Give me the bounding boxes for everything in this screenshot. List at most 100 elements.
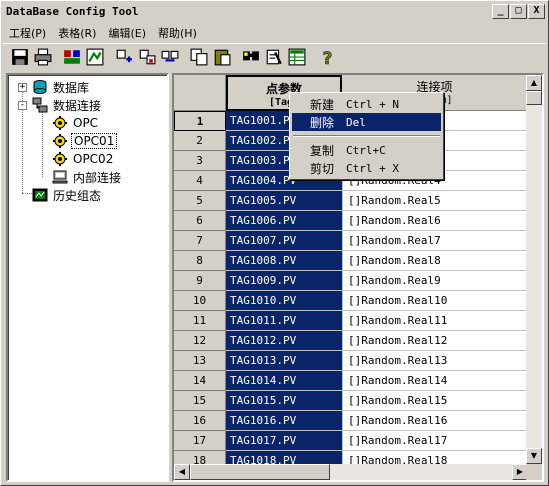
- context-menu-cut[interactable]: 剪切 Ctrl + X: [292, 159, 441, 177]
- row-header[interactable]: 12: [174, 331, 226, 351]
- menu-item-label: 删除: [310, 115, 335, 130]
- scroll-left-button[interactable]: ◀: [174, 464, 190, 480]
- cell-item[interactable]: []Random.Real13: [342, 351, 528, 371]
- cell-item[interactable]: []Random.Real18: [342, 451, 528, 464]
- cell-tag[interactable]: TAG1009.PV: [226, 271, 342, 291]
- row-header[interactable]: 11: [174, 311, 226, 331]
- menu-item-shortcut: Ctrl + X: [346, 161, 399, 175]
- cell-tag[interactable]: TAG1017.PV: [226, 431, 342, 451]
- main-window: DataBase Config Tool _ □ X 工程(P) 表格(R) 编…: [0, 0, 549, 486]
- cell-item[interactable]: []Random.Real8: [342, 251, 528, 271]
- cell-item[interactable]: []Random.Real17: [342, 431, 528, 451]
- row-header[interactable]: 15: [174, 391, 226, 411]
- collapse-connections-icon[interactable]: -: [18, 101, 27, 110]
- cell-tag[interactable]: TAG1011.PV: [226, 311, 342, 331]
- cell-tag[interactable]: TAG1006.PV: [226, 211, 342, 231]
- maximize-button[interactable]: □: [510, 4, 527, 19]
- expand-database-icon[interactable]: +: [18, 83, 27, 92]
- cell-tag[interactable]: TAG1013.PV: [226, 351, 342, 371]
- cell-tag[interactable]: TAG1012.PV: [226, 331, 342, 351]
- menu-edit[interactable]: 编辑(E): [102, 25, 152, 41]
- cell-tag[interactable]: TAG1007.PV: [226, 231, 342, 251]
- row-header[interactable]: 1: [174, 111, 226, 131]
- menu-bar: 工程(P) 表格(R) 编辑(E) 帮助(H): [3, 23, 546, 42]
- context-menu: 新建 Ctrl + N 删除 Del 复制 Ctrl+C 剪切 Ctrl + X: [289, 92, 444, 180]
- print-icon[interactable]: [32, 46, 54, 68]
- cell-item[interactable]: []Random.Real6: [342, 211, 528, 231]
- row-header[interactable]: 14: [174, 371, 226, 391]
- network-icon: [32, 97, 48, 113]
- cell-tag[interactable]: TAG1016.PV: [226, 411, 342, 431]
- menu-project[interactable]: 工程(P): [3, 25, 52, 41]
- export-icon[interactable]: [84, 46, 106, 68]
- cell-tag[interactable]: TAG1010.PV: [226, 291, 342, 311]
- cell-item[interactable]: []Random.Real9: [342, 271, 528, 291]
- menu-help[interactable]: 帮助(H): [152, 25, 203, 41]
- row-header[interactable]: 13: [174, 351, 226, 371]
- tree-item-connections[interactable]: 数据连接: [32, 96, 103, 114]
- help-icon[interactable]: ?: [315, 46, 337, 68]
- horizontal-scroll-thumb[interactable]: [190, 464, 330, 480]
- tree-item-internal[interactable]: 内部连接: [52, 168, 123, 186]
- row-header[interactable]: 9: [174, 271, 226, 291]
- row-header[interactable]: 6: [174, 211, 226, 231]
- save-icon[interactable]: [9, 46, 31, 68]
- grid-icon[interactable]: [286, 46, 308, 68]
- close-button[interactable]: X: [528, 4, 545, 19]
- row-header[interactable]: 3: [174, 151, 226, 171]
- paste-icon[interactable]: [211, 46, 233, 68]
- copy-icon[interactable]: [188, 46, 210, 68]
- tree-label: 数据连接: [53, 98, 102, 113]
- find-icon[interactable]: [240, 46, 262, 68]
- window-controls: _ □ X: [491, 4, 545, 19]
- scroll-up-button[interactable]: ▲: [526, 75, 542, 91]
- tree-item-history[interactable]: 历史组态: [32, 186, 103, 204]
- cell-item[interactable]: []Random.Real12: [342, 331, 528, 351]
- cell-item[interactable]: []Random.Real14: [342, 371, 528, 391]
- row-header[interactable]: 2: [174, 131, 226, 151]
- horizontal-scrollbar[interactable]: ◀ ▶: [174, 464, 528, 480]
- opc-server-icon: [52, 115, 68, 131]
- project-tree[interactable]: + 数据库 - 数据连接 OPC OPC01 OPC02 内部连接 历史组态: [6, 73, 169, 482]
- row-header[interactable]: 18: [174, 451, 226, 464]
- menu-item-shortcut: Del: [346, 115, 366, 129]
- row-header[interactable]: 7: [174, 231, 226, 251]
- row-header[interactable]: 8: [174, 251, 226, 271]
- cell-item[interactable]: []Random.Real16: [342, 411, 528, 431]
- row-header[interactable]: 10: [174, 291, 226, 311]
- cell-tag[interactable]: TAG1008.PV: [226, 251, 342, 271]
- row-header[interactable]: 16: [174, 411, 226, 431]
- context-menu-copy[interactable]: 复制 Ctrl+C: [292, 141, 441, 159]
- minimize-button[interactable]: _: [492, 4, 509, 19]
- menu-table[interactable]: 表格(R): [52, 25, 102, 41]
- vertical-scrollbar[interactable]: ▲ ▼: [526, 75, 542, 464]
- vertical-scroll-thumb[interactable]: [526, 91, 542, 105]
- tree-item-database[interactable]: 数据库: [32, 78, 91, 96]
- title-bar: DataBase Config Tool _ □ X: [3, 3, 546, 22]
- cell-tag[interactable]: TAG1015.PV: [226, 391, 342, 411]
- scroll-down-button[interactable]: ▼: [526, 448, 542, 464]
- add-row-icon[interactable]: [113, 46, 135, 68]
- cell-item[interactable]: []Random.Real7: [342, 231, 528, 251]
- cell-item[interactable]: []Random.Real15: [342, 391, 528, 411]
- properties-icon[interactable]: [159, 46, 181, 68]
- cell-tag[interactable]: TAG1014.PV: [226, 371, 342, 391]
- grid-corner[interactable]: [174, 75, 226, 111]
- tree-item-opc[interactable]: OPC: [52, 114, 100, 132]
- cell-item[interactable]: []Random.Real10: [342, 291, 528, 311]
- tree-item-opc01[interactable]: OPC01: [52, 132, 118, 150]
- import-icon[interactable]: [61, 46, 83, 68]
- cell-tag[interactable]: TAG1005.PV: [226, 191, 342, 211]
- row-header[interactable]: 17: [174, 431, 226, 451]
- cell-tag[interactable]: TAG1018.PV: [226, 451, 342, 464]
- tree-label: OPC02: [73, 152, 114, 166]
- wizard-icon[interactable]: [263, 46, 285, 68]
- cell-item[interactable]: []Random.Real11: [342, 311, 528, 331]
- delete-row-icon[interactable]: [136, 46, 158, 68]
- row-header[interactable]: 5: [174, 191, 226, 211]
- tree-item-opc02[interactable]: OPC02: [52, 150, 115, 168]
- cell-item[interactable]: []Random.Real5: [342, 191, 528, 211]
- row-header[interactable]: 4: [174, 171, 226, 191]
- context-menu-delete[interactable]: 删除 Del: [292, 113, 441, 131]
- context-menu-new[interactable]: 新建 Ctrl + N: [292, 95, 441, 113]
